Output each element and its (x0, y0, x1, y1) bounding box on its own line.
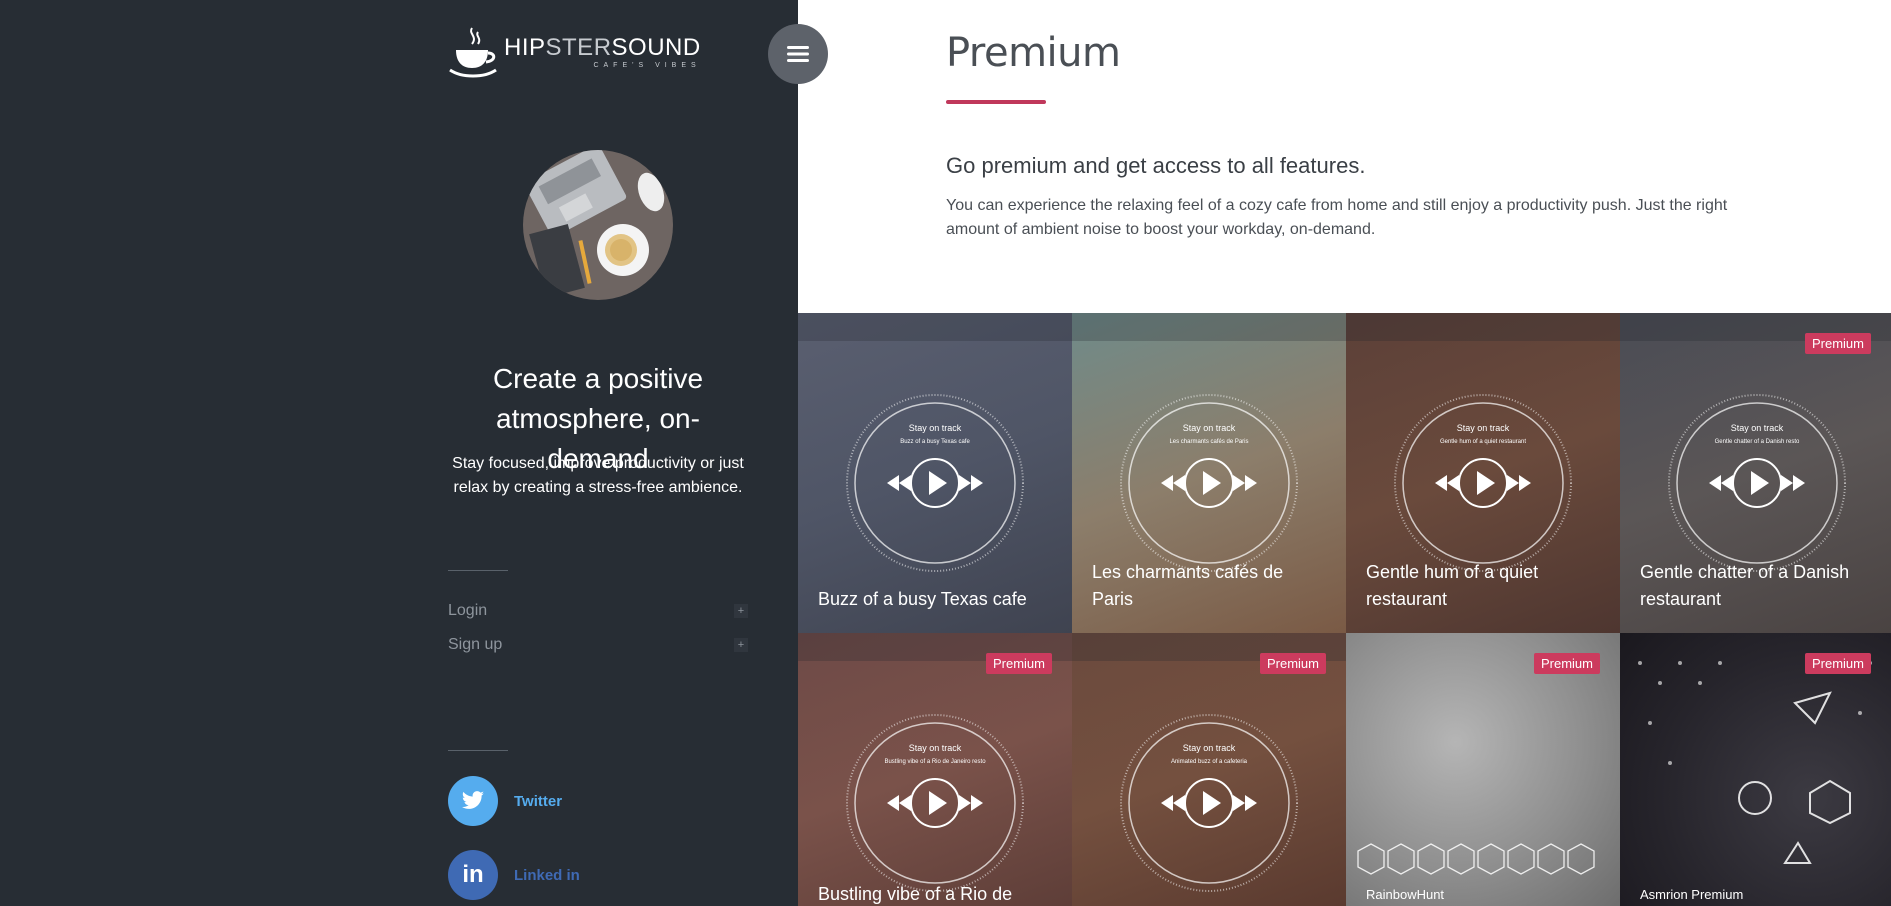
sound-tile-texas[interactable]: Stay on track Buzz of a busy Texas cafe … (798, 313, 1072, 633)
hamburger-menu-button[interactable] (768, 24, 828, 84)
body-text: You can experience the relaxing feel of … (946, 197, 1728, 238)
twitter-icon (448, 776, 498, 826)
premium-badge: Premium (1804, 333, 1871, 354)
player-subtitle: Les charmants cafés de Paris (1169, 439, 1248, 445)
brand-name: HIPSTERSOUND (504, 33, 701, 61)
linkedin-icon: in (448, 850, 498, 900)
sound-tile-paris[interactable]: Stay on track Les charmants cafés de Par… (1072, 313, 1346, 633)
sound-tile-rainbowhunt[interactable]: RainbowHunt Premium (1346, 633, 1620, 906)
sound-tile-restaurant[interactable]: Stay on track Gentle hum of a quiet rest… (1346, 313, 1620, 633)
premium-badge: Premium (985, 653, 1052, 674)
player-heading: Stay on track (1183, 423, 1236, 433)
hamburger-icon (787, 46, 809, 62)
brand-name-part: HIP (504, 33, 546, 61)
lead-text: Go premium and get access to all feature… (946, 153, 1366, 178)
player-subtitle: Gentle chatter of a Danish resto (1715, 439, 1800, 445)
brand-tagline: CAFE'S VIBES (593, 61, 701, 69)
sound-tile-danish[interactable]: Stay on track Gentle chatter of a Danish… (1620, 313, 1891, 633)
player-subtitle: Buzz of a busy Texas cafe (900, 439, 970, 445)
weather-icons-row (1357, 843, 1595, 875)
tile-title: Gentle chatter of a Danish restaurant (1640, 562, 1850, 609)
login-label: Login (448, 602, 488, 619)
player-heading: Stay on track (1457, 423, 1510, 433)
divider (448, 750, 508, 751)
player-heading: Stay on track (1183, 743, 1236, 753)
player-widget: Stay on track Gentle hum of a quiet rest… (1394, 394, 1572, 572)
tile-caption: Asmrion Premium (1640, 887, 1744, 902)
page-title: Premium (946, 30, 1121, 76)
sound-tile-cafeteria[interactable]: Stay on track Animated buzz of a cafeter… (1072, 633, 1346, 906)
plus-icon: + (734, 638, 748, 652)
tile-caption: RainbowHunt (1366, 887, 1445, 902)
desk-illustration (523, 150, 673, 300)
player-widget: Stay on track Bustling vibe of a Rio de … (846, 714, 1024, 892)
login-link[interactable]: Login + (448, 602, 748, 620)
player-widget: Stay on track Animated buzz of a cafeter… (1120, 714, 1298, 892)
linkedin-label: Linked in (514, 866, 580, 884)
twitter-label: Twitter (514, 792, 563, 810)
title-underline (946, 100, 1046, 104)
plus-icon: + (734, 604, 748, 618)
player-heading: Stay on track (1731, 423, 1784, 433)
player-widget: Stay on track Les charmants cafés de Par… (1120, 394, 1298, 572)
premium-badge: Premium (1259, 653, 1326, 674)
sound-grid: Stay on track Buzz of a busy Texas cafe … (798, 313, 1891, 906)
brand-name-part: STER (545, 33, 612, 61)
tile-title: Gentle hum of a quiet restaurant (1366, 562, 1539, 609)
brand-logo[interactable]: HIPSTERSOUND CAFE'S VIBES (448, 26, 701, 78)
main-content: Premium Go premium and get access to all… (798, 0, 1891, 906)
signup-link[interactable]: Sign up + (448, 636, 748, 654)
sidebar-subline: Stay focused, improve productivity or ju… (452, 455, 744, 496)
sidebar: HIPSTERSOUND CAFE'S VIBES Create a posit… (0, 0, 798, 906)
tile-title: Bustling vibe of a Rio de (818, 884, 1013, 904)
player-widget: Stay on track Gentle chatter of a Danish… (1668, 394, 1846, 572)
sound-tile-rio[interactable]: Stay on track Bustling vibe of a Rio de … (798, 633, 1072, 906)
divider (448, 570, 508, 571)
player-heading: Stay on track (909, 743, 962, 753)
player-subtitle: Animated buzz of a cafeteria (1171, 759, 1248, 765)
premium-badge: Premium (1533, 653, 1600, 674)
linkedin-link[interactable]: in Linked in (448, 850, 580, 900)
player-subtitle: Gentle hum of a quiet restaurant (1440, 439, 1526, 445)
tile-title: Les charmants cafés de Paris (1092, 562, 1284, 609)
tile-title: Buzz of a busy Texas cafe (818, 589, 1027, 609)
player-heading: Stay on track (909, 423, 962, 433)
premium-badge: Premium (1804, 653, 1871, 674)
player-widget: Stay on track Buzz of a busy Texas cafe (846, 394, 1024, 572)
sound-tile-asmrion[interactable]: Asmrion Premium Premium (1620, 633, 1891, 906)
brand-name-part: SOUND (611, 33, 701, 61)
signup-label: Sign up (448, 636, 503, 653)
coffee-cup-icon (449, 27, 497, 78)
twitter-link[interactable]: Twitter (448, 776, 562, 826)
player-subtitle: Bustling vibe of a Rio de Janeiro resto (884, 759, 986, 765)
